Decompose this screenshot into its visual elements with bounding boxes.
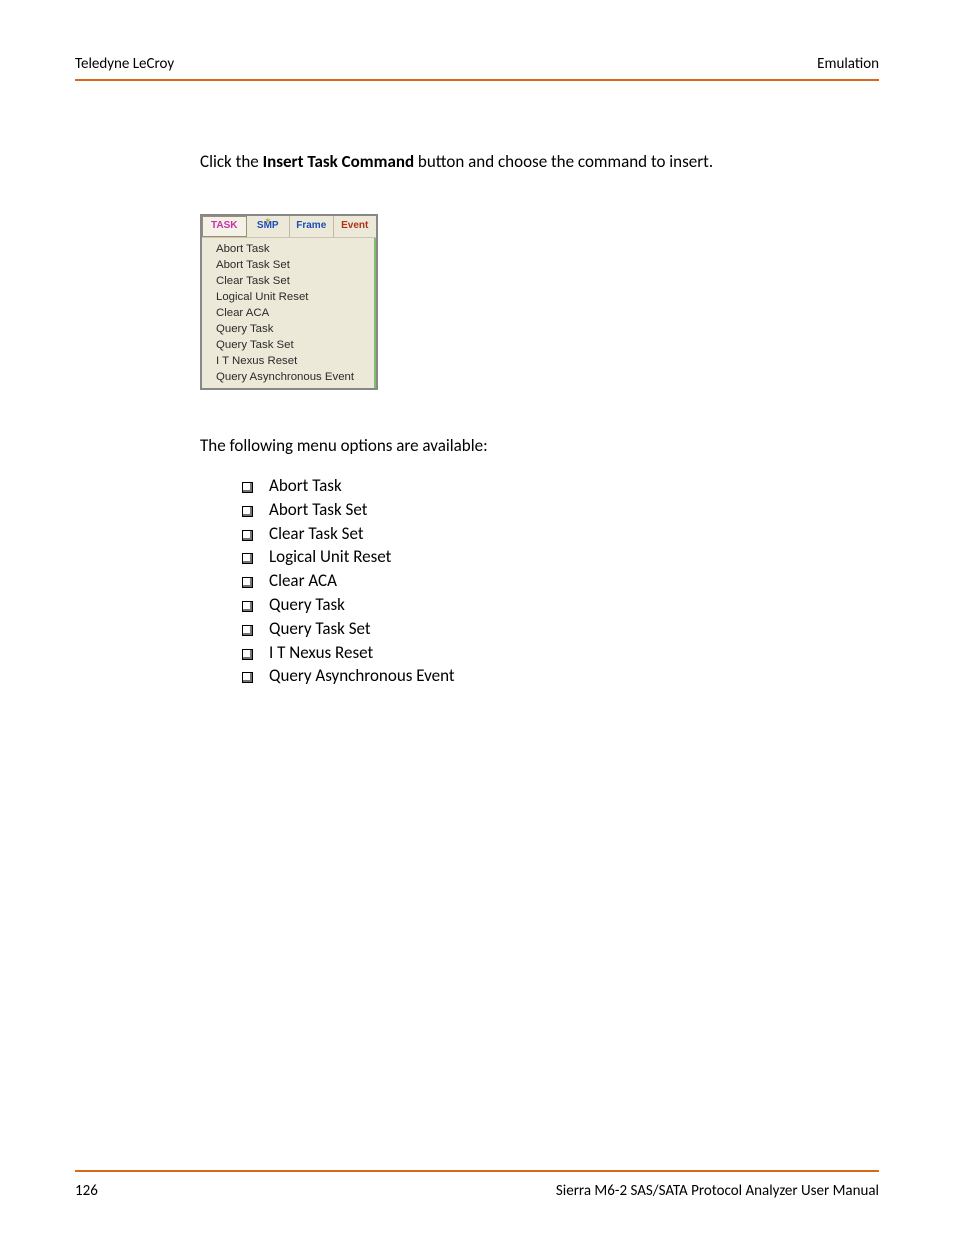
list-item: Query Asynchronous Event — [242, 664, 860, 688]
task-button-label: TASK — [211, 221, 237, 231]
intro-pre: Click the — [200, 151, 263, 172]
list-item-label: Clear ACA — [269, 569, 337, 593]
smp-icon: ✶ — [265, 217, 271, 225]
list-item-label: I T Nexus Reset — [269, 641, 373, 665]
list-item: Abort Task — [242, 474, 860, 498]
menu-item-logical-unit-reset[interactable]: Logical Unit Reset — [202, 289, 374, 305]
task-button[interactable]: TASK — [202, 216, 247, 237]
manual-title: Sierra M6-2 SAS/SATA Protocol Analyzer U… — [556, 1182, 879, 1200]
bullet-icon — [242, 601, 253, 612]
bullet-icon — [242, 672, 253, 683]
menu-item-query-task[interactable]: Query Task — [202, 321, 374, 337]
list-item: Abort Task Set — [242, 498, 860, 522]
list-item-label: Logical Unit Reset — [269, 545, 391, 569]
menu-item-abort-task-set[interactable]: Abort Task Set — [202, 257, 374, 273]
list-item: Clear Task Set — [242, 522, 860, 546]
menu-item-it-nexus-reset[interactable]: I T Nexus Reset — [202, 353, 374, 369]
intro-paragraph: Click the Insert Task Command button and… — [200, 151, 860, 174]
list-item: I T Nexus Reset — [242, 641, 860, 665]
list-item-label: Abort Task Set — [269, 498, 367, 522]
bullet-icon — [242, 625, 253, 636]
list-item-label: Query Task — [269, 593, 345, 617]
header-right: Emulation — [817, 55, 879, 73]
page-number: 126 — [75, 1182, 98, 1200]
list-item: Logical Unit Reset — [242, 545, 860, 569]
intro-post: button and choose the command to insert. — [414, 151, 713, 172]
intro-bold: Insert Task Command — [263, 151, 415, 172]
list-item-label: Abort Task — [269, 474, 342, 498]
header-left: Teledyne LeCroy — [75, 55, 174, 73]
list-item-label: Query Asynchronous Event — [269, 664, 455, 688]
menu-item-clear-task-set[interactable]: Clear Task Set — [202, 273, 374, 289]
header-rule — [75, 79, 879, 81]
bullet-icon — [242, 553, 253, 564]
toolbar: TASK ✶SMP Frame Event — [202, 216, 376, 238]
list-item-label: Query Task Set — [269, 617, 371, 641]
list-item: Clear ACA — [242, 569, 860, 593]
options-label: The following menu options are available… — [200, 435, 860, 456]
menu-item-query-async-event[interactable]: Query Asynchronous Event — [202, 369, 374, 385]
bullet-icon — [242, 482, 253, 493]
smp-button[interactable]: ✶SMP — [247, 216, 291, 237]
bullet-icon — [242, 506, 253, 517]
options-list: Abort Task Abort Task Set Clear Task Set… — [242, 474, 860, 688]
menu-item-clear-aca[interactable]: Clear ACA — [202, 305, 374, 321]
menu-item-abort-task[interactable]: Abort Task — [202, 241, 374, 257]
bullet-icon — [242, 577, 253, 588]
footer-rule — [75, 1170, 879, 1172]
frame-button[interactable]: Frame — [290, 216, 334, 237]
list-item: Query Task Set — [242, 617, 860, 641]
task-dropdown: Abort Task Abort Task Set Clear Task Set… — [202, 238, 376, 388]
event-button[interactable]: Event — [334, 216, 377, 237]
list-item: Query Task — [242, 593, 860, 617]
bullet-icon — [242, 530, 253, 541]
bullet-icon — [242, 649, 253, 660]
event-button-label: Event — [341, 221, 368, 231]
list-item-label: Clear Task Set — [269, 522, 364, 546]
task-command-widget: TASK ✶SMP Frame Event Abort Task Abort T… — [200, 214, 378, 390]
frame-button-label: Frame — [296, 221, 326, 231]
menu-item-query-task-set[interactable]: Query Task Set — [202, 337, 374, 353]
